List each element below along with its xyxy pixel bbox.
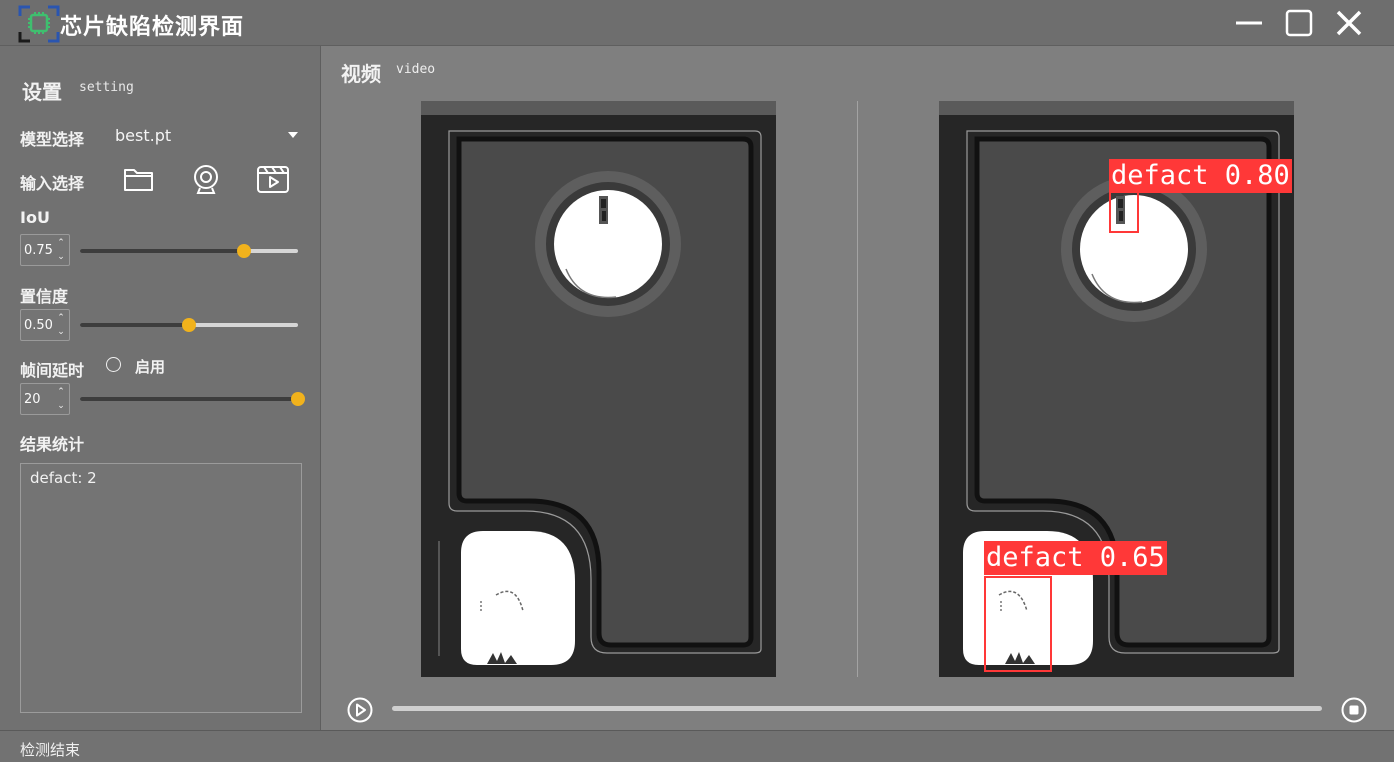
settings-panel: 设置 setting 模型选择 best.pt 输入选择 IoU 0.75 ⌃ …	[0, 46, 321, 730]
slider-handle[interactable]	[236, 244, 251, 258]
model-select[interactable]: best.pt	[108, 122, 306, 148]
dropdown-arrow-icon	[288, 132, 298, 138]
confidence-slider[interactable]	[80, 317, 298, 333]
detection-box	[1109, 191, 1139, 233]
slider-fill	[80, 323, 189, 327]
iou-slider[interactable]	[80, 243, 298, 259]
results-textbox[interactable]: defact: 2	[20, 463, 302, 713]
minimize-button[interactable]	[1234, 8, 1264, 38]
progress-track	[392, 706, 1322, 711]
chevron-up-icon[interactable]: ⌃	[56, 312, 66, 324]
play-icon	[347, 697, 373, 723]
chevron-up-icon[interactable]: ⌃	[56, 237, 66, 249]
close-icon	[1336, 10, 1362, 36]
results-text: defact: 2	[30, 469, 97, 487]
confidence-label: 置信度	[20, 287, 69, 306]
enable-delay-radio[interactable]	[106, 357, 121, 372]
maximize-icon	[1285, 9, 1313, 37]
camera-icon	[194, 165, 218, 194]
model-value: best.pt	[115, 126, 172, 145]
detection-image: defact 0.80 defact 0.65	[939, 101, 1294, 677]
stop-button[interactable]	[1341, 697, 1367, 723]
video-progress-bar[interactable]	[392, 706, 1322, 712]
results-label: 结果统计	[20, 435, 85, 454]
minimize-icon	[1236, 21, 1262, 25]
iou-label: IoU	[20, 208, 50, 227]
chip-image	[421, 101, 776, 677]
enable-delay-label[interactable]: 启用	[135, 356, 165, 377]
slider-handle[interactable]	[291, 392, 305, 406]
camera-button[interactable]	[188, 162, 224, 196]
detection-label: defact 0.80	[1109, 159, 1292, 193]
chip-icon	[18, 4, 60, 44]
video-icon	[257, 166, 289, 193]
stop-icon	[1341, 697, 1367, 723]
confidence-spinbox[interactable]: 0.50 ⌃ ⌄	[20, 309, 70, 341]
original-image	[421, 101, 776, 677]
open-folder-button[interactable]	[121, 162, 157, 196]
input-label: 输入选择	[20, 174, 85, 193]
model-label: 模型选择	[20, 130, 85, 149]
slider-handle[interactable]	[182, 318, 196, 332]
app-title: 芯片缺陷检测界面	[60, 15, 245, 40]
settings-subtitle: setting	[79, 80, 134, 95]
close-button[interactable]	[1334, 8, 1364, 38]
video-file-button[interactable]	[255, 162, 291, 196]
chevron-down-icon[interactable]: ⌄	[56, 326, 66, 338]
video-subtitle: video	[396, 62, 436, 77]
maximize-button[interactable]	[1284, 8, 1314, 38]
frame-delay-label: 帧间延时	[20, 361, 85, 380]
detection-box	[984, 576, 1052, 672]
detection-label: defact 0.65	[984, 541, 1167, 575]
video-title: 视频	[341, 62, 381, 86]
confidence-value: 0.50	[24, 318, 53, 333]
status-bar: 检测结束	[0, 730, 1394, 762]
delay-value: 20	[24, 392, 41, 407]
chevron-down-icon[interactable]: ⌄	[56, 251, 66, 263]
slider-fill	[80, 397, 298, 401]
delay-spinbox[interactable]: 20 ⌃ ⌄	[20, 383, 70, 415]
iou-value: 0.75	[24, 243, 53, 258]
chevron-down-icon[interactable]: ⌄	[56, 400, 66, 412]
iou-spinbox[interactable]: 0.75 ⌃ ⌄	[20, 234, 70, 266]
settings-title: 设置	[22, 80, 62, 104]
slider-fill	[80, 249, 244, 253]
status-text: 检测结束	[20, 741, 81, 759]
folder-icon	[124, 169, 153, 191]
delay-slider[interactable]	[80, 391, 305, 407]
chevron-up-icon[interactable]: ⌃	[56, 386, 66, 398]
play-button[interactable]	[347, 697, 373, 723]
frame-divider	[857, 101, 858, 677]
title-bar: 芯片缺陷检测界面	[0, 0, 1394, 46]
